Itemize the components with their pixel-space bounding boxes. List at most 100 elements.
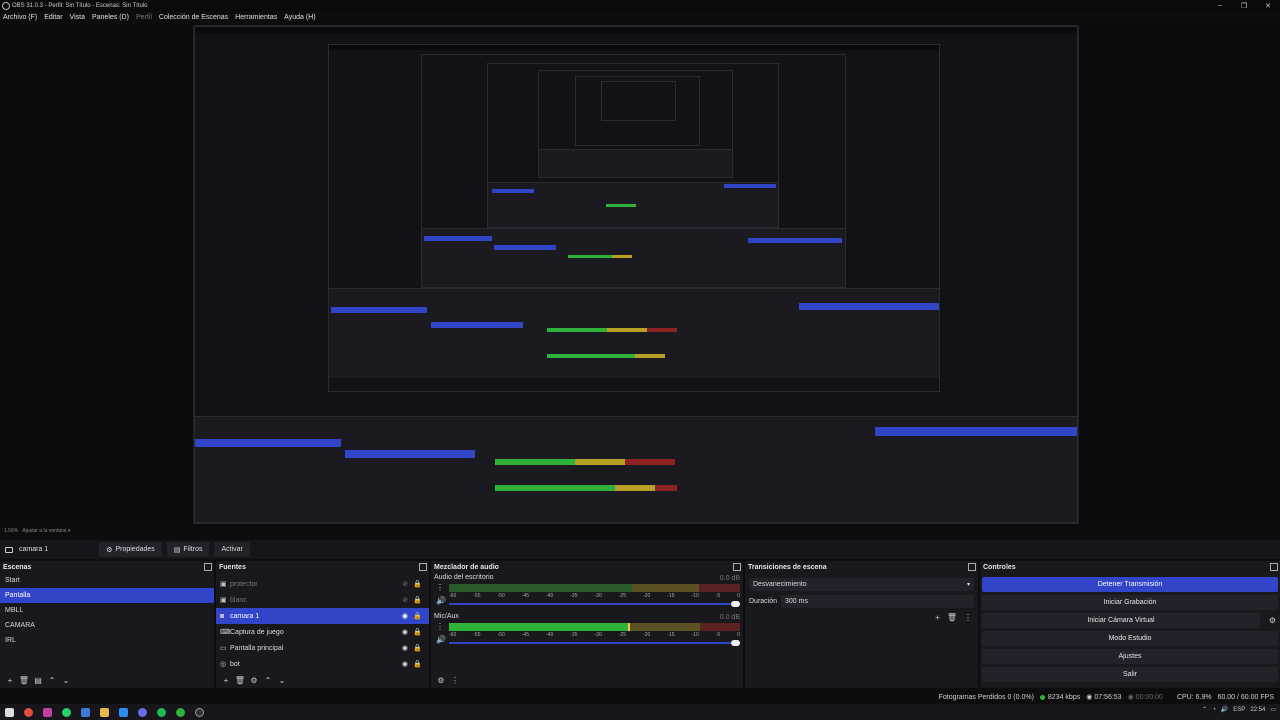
spotify-icon[interactable] [157, 707, 166, 717]
menu-perfil[interactable]: Perfil [136, 14, 152, 21]
source-item[interactable]: ▣ protector ⊘ 🔒 [216, 576, 429, 592]
menu-ayuda[interactable]: Ayuda (H) [284, 14, 315, 21]
add-icon[interactable]: + [935, 613, 940, 622]
menu-editar[interactable]: Editar [44, 14, 62, 21]
kebab-menu-icon[interactable]: ⋮ [436, 622, 444, 631]
undock-icon[interactable] [733, 563, 741, 571]
live-time: 07:56:53 [1094, 693, 1122, 701]
start-menu-icon[interactable] [5, 707, 14, 717]
lock-icon[interactable]: 🔒 [413, 628, 422, 636]
close-icon[interactable]: ✕ [1256, 0, 1280, 11]
menu-coleccion[interactable]: Colección de Escenas [159, 14, 228, 21]
exit-button[interactable]: Salir [982, 667, 1278, 682]
activate-button[interactable]: Activar [214, 542, 250, 557]
transition-select[interactable]: Desvanecimiento ▾ [749, 578, 974, 591]
obs-icon[interactable] [195, 707, 204, 717]
app-icon[interactable] [43, 707, 52, 717]
app-icon[interactable] [176, 707, 185, 717]
chrome-icon[interactable] [24, 707, 33, 717]
tray-arrow-icon[interactable]: ⌃ [1202, 706, 1207, 713]
trash-icon[interactable]: 🗑 [947, 613, 957, 622]
maximize-icon[interactable]: ❐ [1232, 0, 1256, 11]
undock-icon[interactable] [419, 563, 427, 571]
file-explorer-icon[interactable] [100, 707, 109, 717]
kebab-menu-icon[interactable]: ⋮ [449, 674, 461, 686]
clock[interactable]: 22:54 [1250, 707, 1265, 713]
slider-knob[interactable] [731, 601, 740, 607]
scene-item[interactable]: CAMARA [0, 618, 214, 633]
system-tray: ⌃ ◔ 🔊 ESP 22:54 ▭ [1197, 706, 1276, 714]
taskbar: ⌃ ◔ 🔊 ESP 22:54 ▭ [0, 704, 1280, 720]
volume-slider[interactable] [449, 640, 740, 646]
lock-icon[interactable]: 🔒 [413, 580, 422, 588]
trash-icon[interactable]: 🗑 [18, 674, 30, 686]
menu-herramientas[interactable]: Herramientas [235, 14, 277, 21]
discord-icon[interactable] [138, 707, 147, 717]
move-down-icon[interactable]: ⌄ [276, 674, 288, 686]
eye-hidden-icon[interactable]: ⊘ [402, 596, 408, 604]
eye-icon[interactable]: ◉ [402, 628, 408, 636]
start-recording-button[interactable]: Iniciar Grabación [982, 595, 1278, 610]
app-icon[interactable] [119, 707, 128, 717]
source-item[interactable]: ⌨ Captura de juego ◉ 🔒 [216, 624, 429, 640]
whatsapp-icon[interactable] [62, 707, 71, 717]
eye-hidden-icon[interactable]: ⊘ [402, 580, 408, 588]
mirror-level-1 [194, 26, 1078, 523]
lock-icon[interactable]: 🔒 [413, 660, 422, 668]
preview-area[interactable]: 1.56% Ajustar a la ventana ▾ [0, 24, 1280, 534]
duration-label: Duración [749, 598, 778, 605]
scene-item[interactable]: MBLL [0, 603, 214, 618]
add-icon[interactable]: + [4, 674, 16, 686]
source-item[interactable]: ◙ camara 1 ◉ 🔒 [216, 608, 429, 624]
advanced-audio-icon[interactable]: ⚙ [435, 674, 447, 686]
undock-icon[interactable] [1270, 563, 1278, 571]
properties-button[interactable]: ⚙ Propiedades [99, 542, 162, 557]
lock-icon[interactable]: 🔒 [413, 596, 422, 604]
undock-icon[interactable] [968, 563, 976, 571]
eye-icon[interactable]: ◉ [402, 660, 408, 668]
preview-scale-info[interactable]: 1.56% Ajustar a la ventana ▾ [4, 528, 70, 534]
language[interactable]: ESP [1233, 707, 1245, 713]
lock-icon[interactable]: 🔒 [413, 644, 422, 652]
minimize-icon[interactable]: – [1208, 0, 1232, 11]
app-icon[interactable] [81, 707, 90, 717]
start-virtual-camera-button[interactable]: Iniciar Cámara Virtual [982, 613, 1260, 628]
filters-button[interactable]: ▤ Filtros [166, 542, 210, 557]
eye-icon[interactable]: ◉ [402, 644, 408, 652]
lock-icon[interactable]: 🔒 [413, 612, 422, 620]
duration-spinbox[interactable]: 300 ms [781, 595, 974, 608]
stop-stream-button[interactable]: Detener Transmisión [982, 577, 1278, 592]
wifi-icon[interactable]: ◔ [1212, 707, 1216, 713]
scene-item[interactable]: Pantalla [0, 588, 214, 603]
trash-icon[interactable]: 🗑 [234, 674, 246, 686]
move-down-icon[interactable]: ⌄ [60, 674, 72, 686]
source-item[interactable]: ▣ blanc ⊘ 🔒 [216, 592, 429, 608]
volume-slider[interactable] [449, 601, 740, 607]
preview-canvas[interactable] [193, 25, 1079, 524]
volume-icon[interactable]: 🔊 [1221, 706, 1228, 713]
notifications-icon[interactable]: ▭ [1270, 706, 1276, 713]
kebab-menu-icon[interactable]: ⋮ [436, 583, 444, 592]
source-item[interactable]: ◎ bot ◉ 🔒 [216, 656, 429, 672]
gear-icon[interactable]: ⚙ [248, 674, 260, 686]
eye-icon[interactable]: ◉ [402, 612, 408, 620]
speaker-icon[interactable]: 🔊 [436, 635, 446, 644]
source-item[interactable]: ▭ Pantalla principal ◉ 🔒 [216, 640, 429, 656]
scene-item[interactable]: IRL [0, 633, 214, 648]
filter-icon[interactable]: ▤ [32, 674, 44, 686]
gear-icon[interactable]: ⚙ [1265, 613, 1280, 628]
speaker-icon[interactable]: 🔊 [436, 596, 446, 605]
menu-archivo[interactable]: Archivo (F) [3, 14, 37, 21]
move-up-icon[interactable]: ⌃ [46, 674, 58, 686]
studio-mode-button[interactable]: Modo Estudio [982, 631, 1278, 646]
menu-vista[interactable]: Vista [70, 14, 85, 21]
add-icon[interactable]: + [220, 674, 232, 686]
camera-icon: ◙ [220, 612, 225, 620]
scene-item[interactable]: Start [0, 573, 214, 588]
undock-icon[interactable] [204, 563, 212, 571]
kebab-menu-icon[interactable]: ⋮ [964, 613, 972, 622]
move-up-icon[interactable]: ⌃ [262, 674, 274, 686]
settings-button[interactable]: Ajustes [982, 649, 1278, 664]
menu-paneles[interactable]: Paneles (D) [92, 14, 129, 21]
slider-knob[interactable] [731, 640, 740, 646]
